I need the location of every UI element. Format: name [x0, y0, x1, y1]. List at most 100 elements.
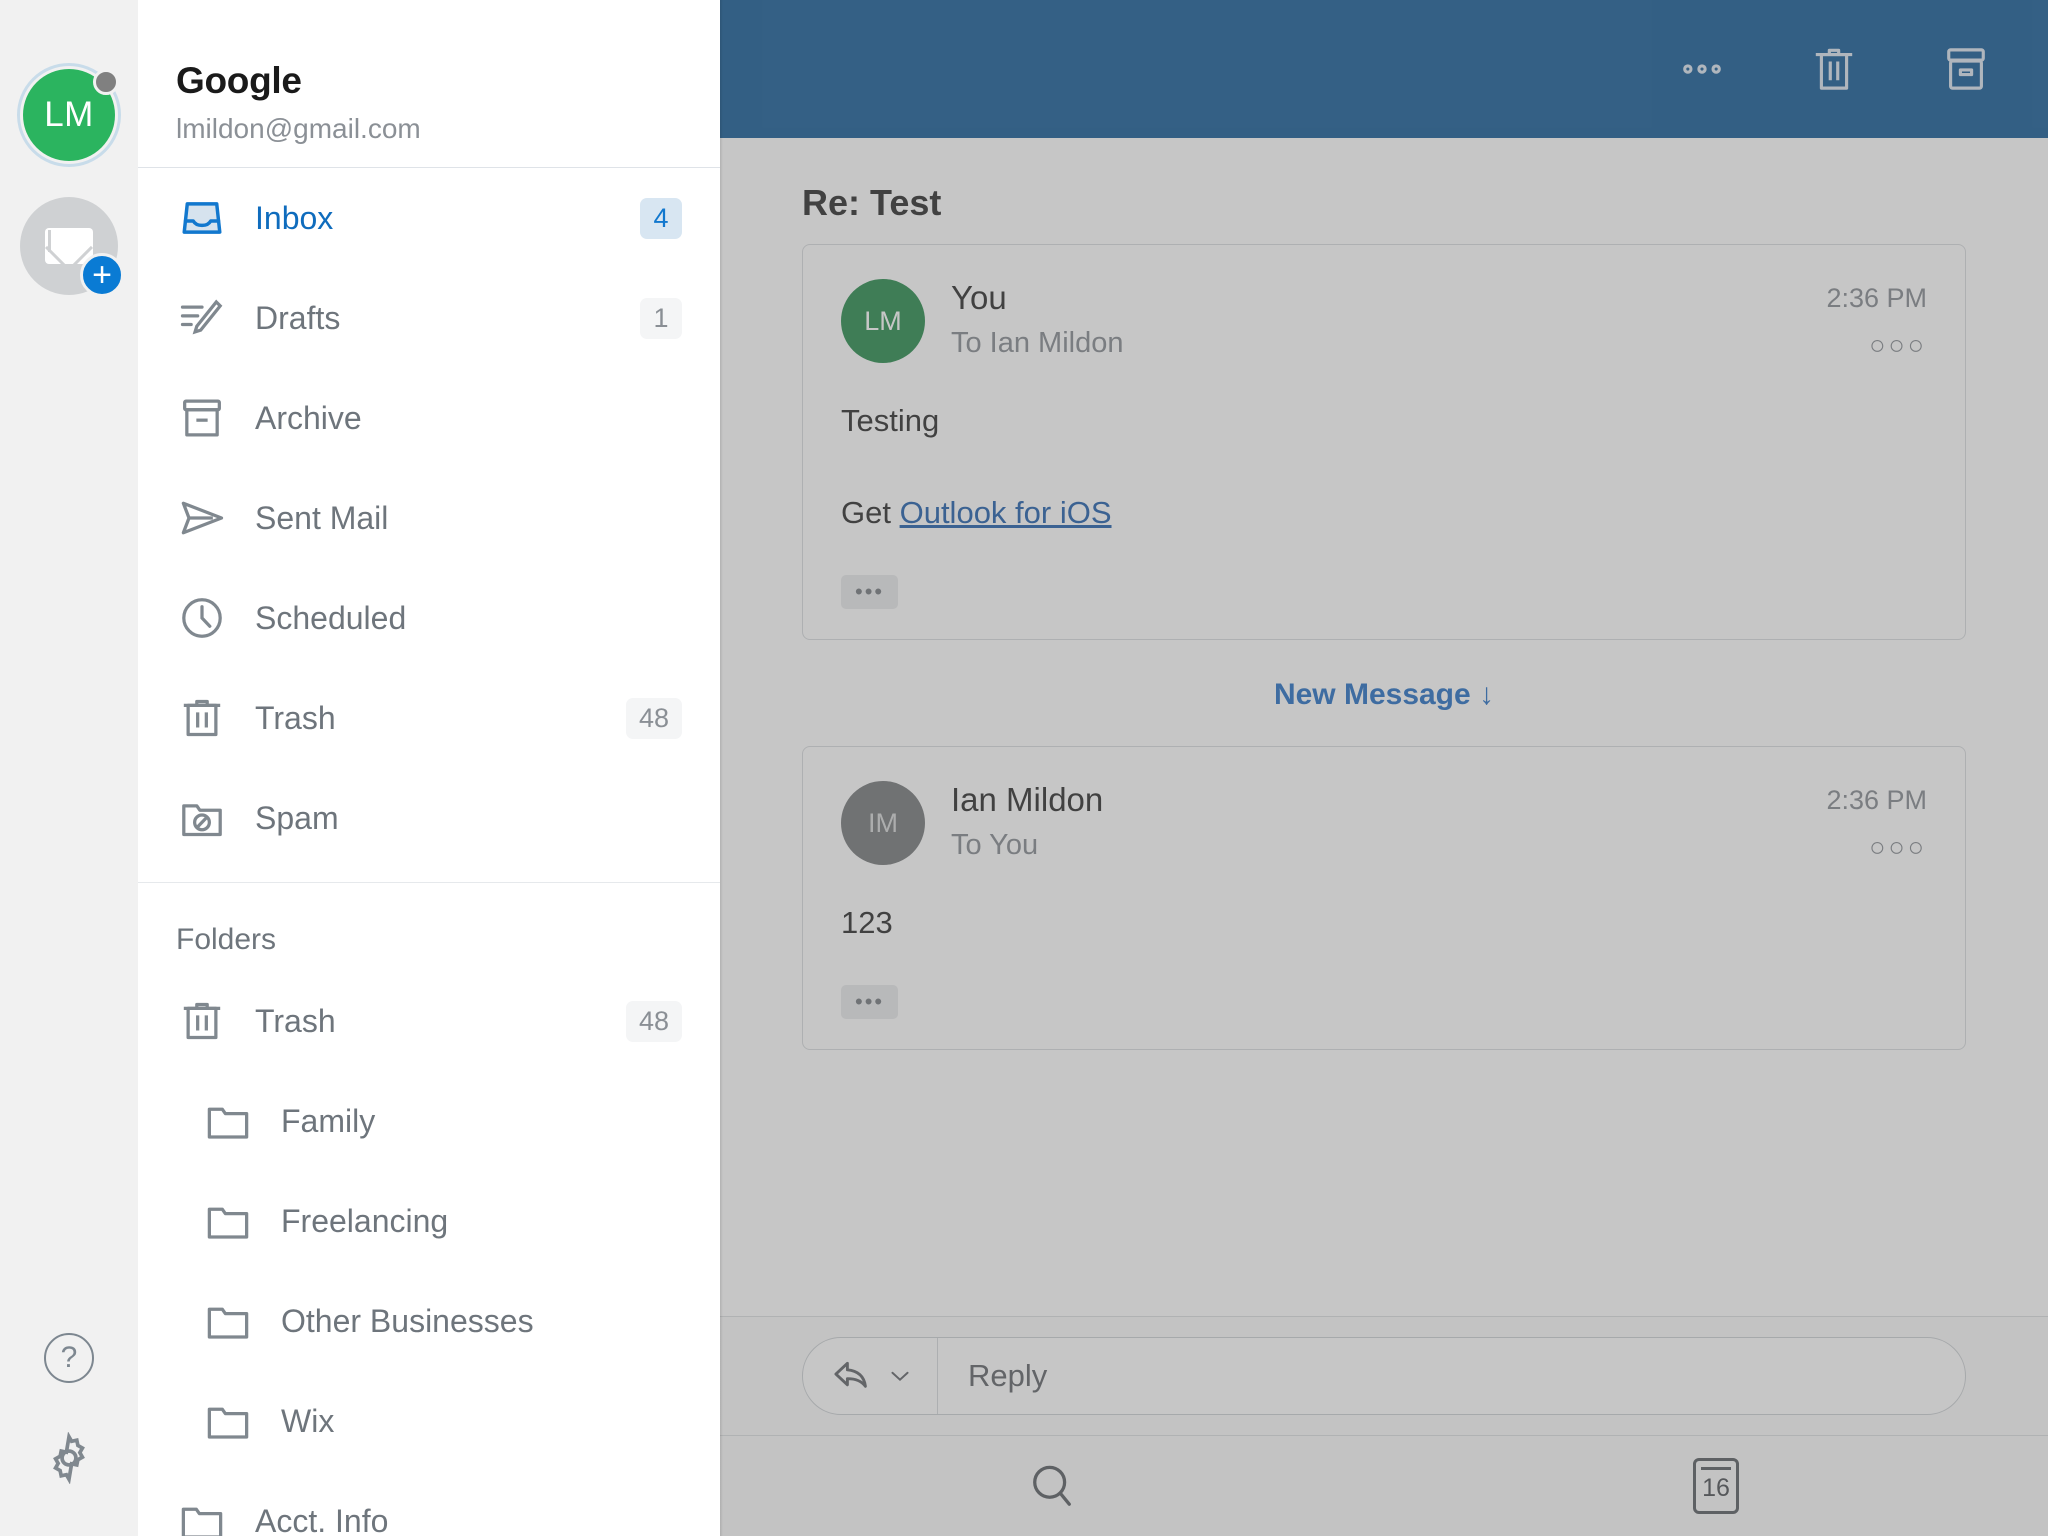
account-name: Google [176, 60, 302, 101]
app-root: LM + ? Google lmildon@gmail.com Inbox 4 … [0, 0, 2048, 1536]
avatar: LM [841, 279, 925, 363]
message-sender: You [951, 279, 1007, 316]
sidebar-item-scheduled[interactable]: Scheduled [138, 568, 720, 668]
folder-item-freelancing[interactable]: Freelancing [138, 1171, 720, 1271]
drafts-icon [176, 292, 238, 344]
message-card[interactable]: IM Ian Mildon To You 2:36 PM ○○○ 123 ••• [802, 746, 1966, 1050]
sidebar-item-sent-mail[interactable]: Sent Mail [138, 468, 720, 568]
message-timestamp: 2:36 PM [1826, 283, 1927, 313]
message-sender: Ian Mildon [951, 781, 1104, 818]
plus-icon: + [80, 253, 124, 297]
reply-mode-selector[interactable] [803, 1338, 938, 1414]
folder-item-badge: 48 [625, 1000, 682, 1042]
sidebar-item-spam[interactable]: Spam [138, 768, 720, 868]
reply-bar: Reply [720, 1316, 2048, 1436]
archive-icon [1938, 41, 1994, 97]
trash-icon [176, 995, 238, 1047]
send-icon [176, 492, 238, 544]
trash-icon [1806, 41, 1862, 97]
message-toolbar [720, 0, 2048, 138]
folder-icon [202, 1095, 264, 1147]
avatar: IM [841, 781, 925, 865]
gear-icon [43, 1432, 95, 1484]
message-timestamp: 2:36 PM [1826, 785, 1927, 815]
message-recipient: To You [951, 829, 1039, 861]
custom-folder-list: Trash 48 Family Freelancing Other Busine… [138, 971, 720, 1536]
folder-item-family[interactable]: Family [138, 1071, 720, 1171]
delete-button[interactable] [1796, 31, 1872, 107]
folder-item-label: Other Businesses [281, 1302, 534, 1339]
message-participants: You To Ian Mildon [951, 279, 1826, 360]
sidebar-item-label: Sent Mail [255, 499, 389, 536]
message-signature: Get Outlook for iOS [841, 495, 1927, 531]
account-header[interactable]: Google lmildon@gmail.com [138, 0, 720, 167]
message-meta: 2:36 PM ○○○ [1826, 279, 1927, 361]
tab-search[interactable] [720, 1458, 1384, 1514]
sidebar-item-trash[interactable]: Trash 48 [138, 668, 720, 768]
folder-item-acct-info[interactable]: Acct. Info [138, 1471, 720, 1536]
new-message-label: New Message [1273, 678, 1471, 711]
presence-status-dot [93, 69, 119, 95]
folder-item-label: Wix [281, 1402, 335, 1439]
sidebar-item-archive[interactable]: Archive [138, 368, 720, 468]
reply-input[interactable]: Reply [938, 1358, 1047, 1394]
message-meta: 2:36 PM ○○○ [1826, 781, 1927, 863]
system-folder-list: Inbox 4 Drafts 1 Archive Sent Mail Sched… [138, 168, 720, 868]
folder-item-label: Trash [255, 1002, 336, 1039]
chevron-down-icon [887, 1363, 913, 1389]
reply-arrow-icon [829, 1353, 875, 1399]
more-options-button[interactable] [1664, 31, 1740, 107]
drawer-edge-shadow [720, 0, 723, 1536]
message-body: 123 ••• [841, 905, 1927, 1019]
outlook-ios-link[interactable]: Outlook for iOS [900, 495, 1112, 530]
arrow-down-icon: ↓ [1479, 678, 1495, 711]
message-reading-pane: Re: Test LM You To Ian Mildon 2:36 PM ○○… [720, 0, 2048, 1536]
folders-heading: Folders [176, 923, 277, 956]
sidebar-item-label: Trash [255, 699, 336, 736]
folder-icon [202, 1195, 264, 1247]
message-list: LM You To Ian Mildon 2:36 PM ○○○ Testing… [720, 244, 2048, 1050]
folder-drawer: Google lmildon@gmail.com Inbox 4 Drafts … [138, 0, 720, 1536]
add-account-button[interactable]: + [20, 197, 124, 297]
help-button[interactable]: ? [0, 1308, 138, 1408]
folder-icon [202, 1295, 264, 1347]
sidebar-item-label: Scheduled [255, 599, 407, 636]
thread-header: Re: Test [720, 138, 2048, 244]
folder-item-label: Family [281, 1102, 376, 1139]
sidebar-item-badge: 4 [640, 197, 682, 239]
more-horizontal-icon [1677, 44, 1727, 94]
sidebar-item-label: Inbox [255, 199, 334, 236]
sidebar-item-label: Drafts [255, 299, 341, 336]
message-card[interactable]: LM You To Ian Mildon 2:36 PM ○○○ Testing… [802, 244, 1966, 640]
folder-item-other-businesses[interactable]: Other Businesses [138, 1271, 720, 1371]
message-text: 123 [841, 905, 893, 940]
expand-trimmed-content-button[interactable]: ••• [841, 985, 899, 1019]
account-avatar[interactable]: LM [17, 63, 121, 167]
more-horizontal-icon[interactable]: ○○○ [1826, 330, 1927, 361]
bottom-tab-bar: 16 [720, 1436, 2048, 1536]
search-icon [1024, 1458, 1080, 1514]
tab-calendar[interactable]: 16 [1384, 1458, 2048, 1514]
message-recipient: To Ian Mildon [951, 327, 1124, 359]
clock-icon [176, 592, 238, 644]
question-circle-icon: ? [44, 1333, 94, 1383]
account-rail: LM + ? [0, 0, 138, 1536]
expand-trimmed-content-button[interactable]: ••• [841, 575, 899, 609]
message-participants: Ian Mildon To You [951, 781, 1826, 862]
reply-input-container[interactable]: Reply [802, 1337, 1966, 1415]
more-horizontal-icon[interactable]: ○○○ [1826, 832, 1927, 863]
message-text: Testing [841, 403, 940, 438]
archive-button[interactable] [1928, 31, 2004, 107]
message-header: LM You To Ian Mildon 2:36 PM ○○○ [841, 279, 1927, 363]
archive-icon [176, 392, 238, 444]
sidebar-item-drafts[interactable]: Drafts 1 [138, 268, 720, 368]
sidebar-item-badge: 1 [640, 297, 682, 339]
folder-item-trash[interactable]: Trash 48 [138, 971, 720, 1071]
settings-button[interactable] [0, 1408, 138, 1508]
folder-item-wix[interactable]: Wix [138, 1371, 720, 1471]
sidebar-item-label: Archive [255, 399, 362, 436]
sidebar-item-inbox[interactable]: Inbox 4 [138, 168, 720, 268]
new-message-divider[interactable]: New Message ↓ [802, 640, 1966, 746]
message-body: Testing Get Outlook for iOS ••• [841, 403, 1927, 609]
folder-item-label: Freelancing [281, 1202, 449, 1239]
